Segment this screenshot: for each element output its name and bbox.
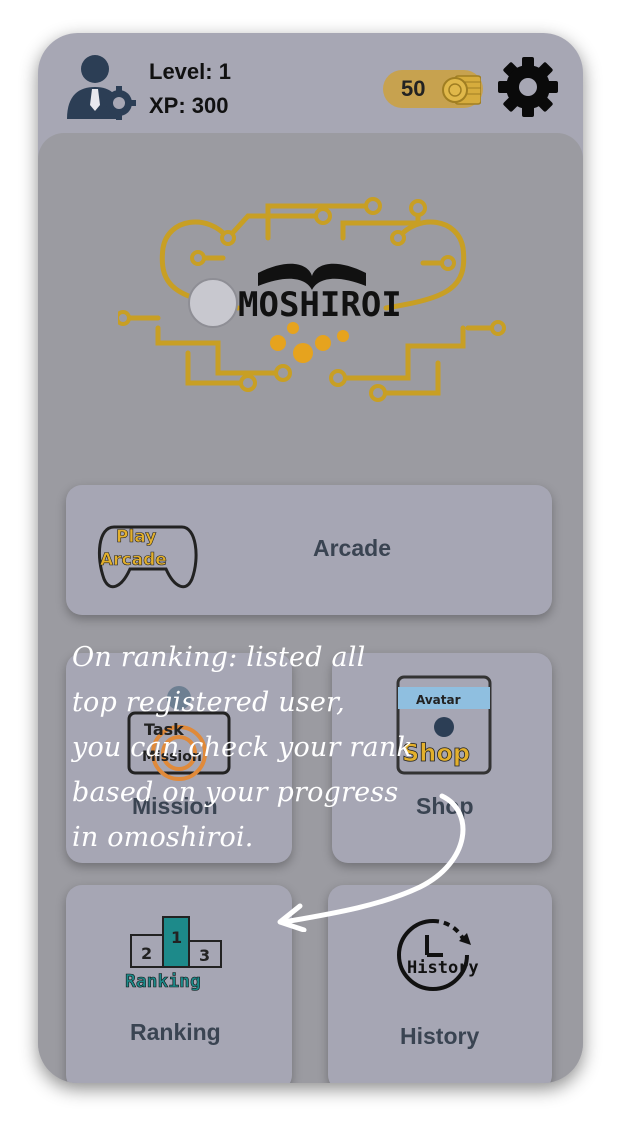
svg-text:Arcade: Arcade	[100, 550, 167, 570]
ranking-card[interactable]: 2 1 3 Ranking Ranking	[66, 885, 292, 1083]
tutorial-line: top registered user,	[72, 687, 345, 718]
svg-text:2: 2	[141, 944, 152, 963]
svg-text:Ranking: Ranking	[125, 971, 201, 992]
svg-text:History: History	[407, 958, 479, 978]
play-arcade-icon: Play Arcade	[97, 525, 198, 589]
svg-text:1: 1	[171, 928, 182, 947]
moshiroi-logo: MOSHIROI	[118, 197, 506, 402]
xp-text: XP: 300	[149, 93, 229, 118]
arcade-label: Arcade	[313, 535, 391, 561]
level-text: Level: 1	[149, 59, 231, 84]
coin-stack-icon	[442, 75, 481, 105]
header-bar: Level: 1 XP: 300 50	[38, 33, 583, 133]
coin-count: 50	[401, 76, 426, 101]
svg-text:3: 3	[199, 946, 210, 965]
ranking-podium-icon: 2 1 3 Ranking	[125, 916, 222, 992]
logo-text: MOSHIROI	[238, 285, 402, 325]
history-label: History	[400, 1023, 480, 1049]
svg-text:Play: Play	[116, 527, 156, 547]
ranking-label: Ranking	[130, 1019, 221, 1045]
user-gear-icon[interactable]	[65, 53, 137, 121]
tutorial-line: On ranking: listed all	[72, 642, 366, 673]
tutorial-line: you can check your rank	[72, 732, 413, 763]
gear-icon[interactable]	[496, 55, 560, 119]
main-panel: MOSHIROI Play Arcade Arcade Task Mission…	[38, 133, 583, 1083]
arcade-card[interactable]: Play Arcade Arcade	[66, 485, 552, 615]
coin-balance[interactable]: 50	[383, 70, 483, 108]
tutorial-arrow-icon	[277, 793, 466, 932]
